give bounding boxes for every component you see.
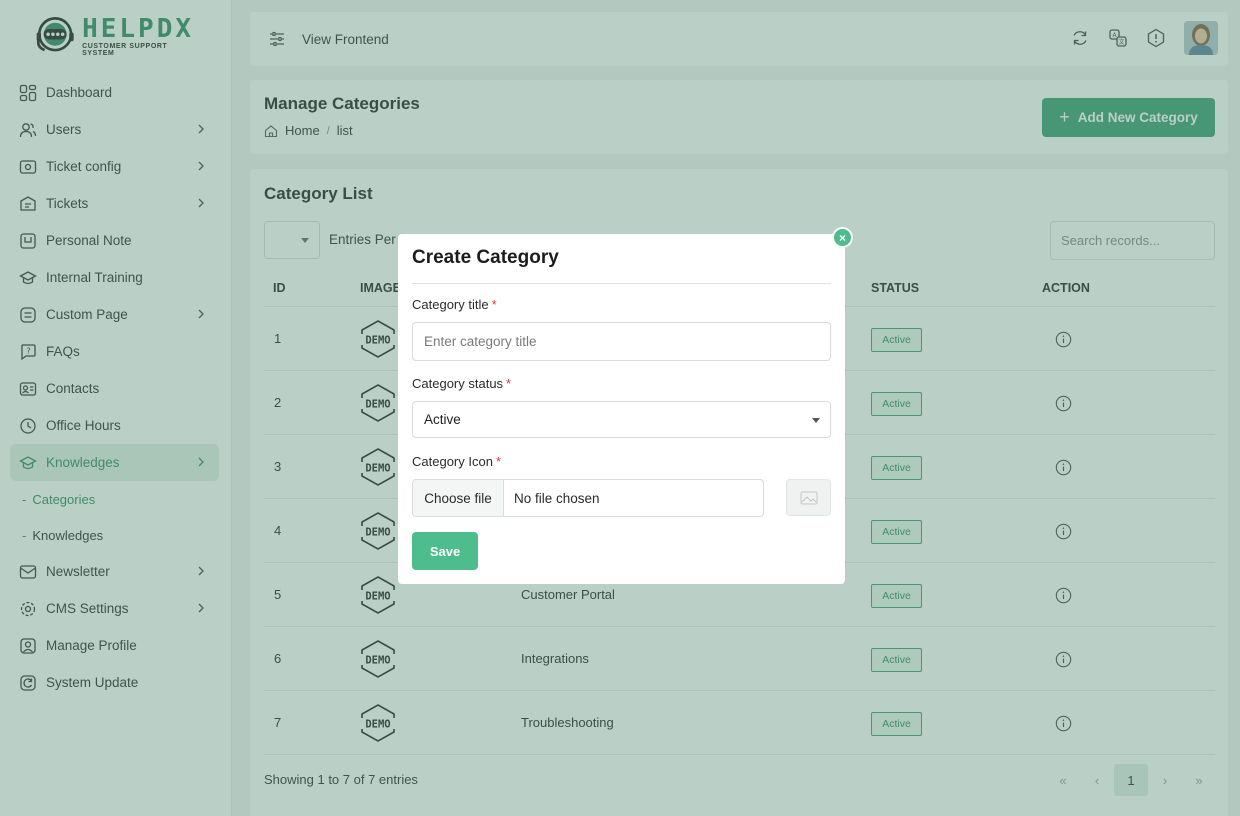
category-status-label: Category status * <box>412 376 511 391</box>
status-selected-value: Active <box>424 412 461 427</box>
modal-divider <box>412 283 831 284</box>
create-category-modal: × Create Category Category title * Enter … <box>398 227 853 584</box>
save-button[interactable]: Save <box>412 532 478 570</box>
modal-title: Create Category <box>412 247 559 268</box>
category-status-select[interactable]: Active <box>412 401 831 438</box>
category-title-label: Category title * <box>412 297 497 312</box>
image-placeholder-icon <box>800 491 817 504</box>
label-text: Category title <box>412 297 489 312</box>
close-icon[interactable]: × <box>832 227 853 248</box>
category-icon-label: Category Icon * <box>412 454 501 469</box>
choose-file-button[interactable]: Choose file <box>413 480 504 516</box>
label-text: Category Icon <box>412 454 493 469</box>
required-mark: * <box>491 297 497 312</box>
category-icon-file-input[interactable]: Choose file No file chosen <box>412 479 764 517</box>
label-text: Category status <box>412 376 504 391</box>
icon-preview <box>786 479 831 516</box>
file-name: No file chosen <box>514 490 600 506</box>
category-title-input[interactable]: Enter category title <box>412 322 831 361</box>
required-mark: * <box>495 454 501 469</box>
required-mark: * <box>506 376 512 391</box>
caret-down-icon <box>812 418 820 423</box>
